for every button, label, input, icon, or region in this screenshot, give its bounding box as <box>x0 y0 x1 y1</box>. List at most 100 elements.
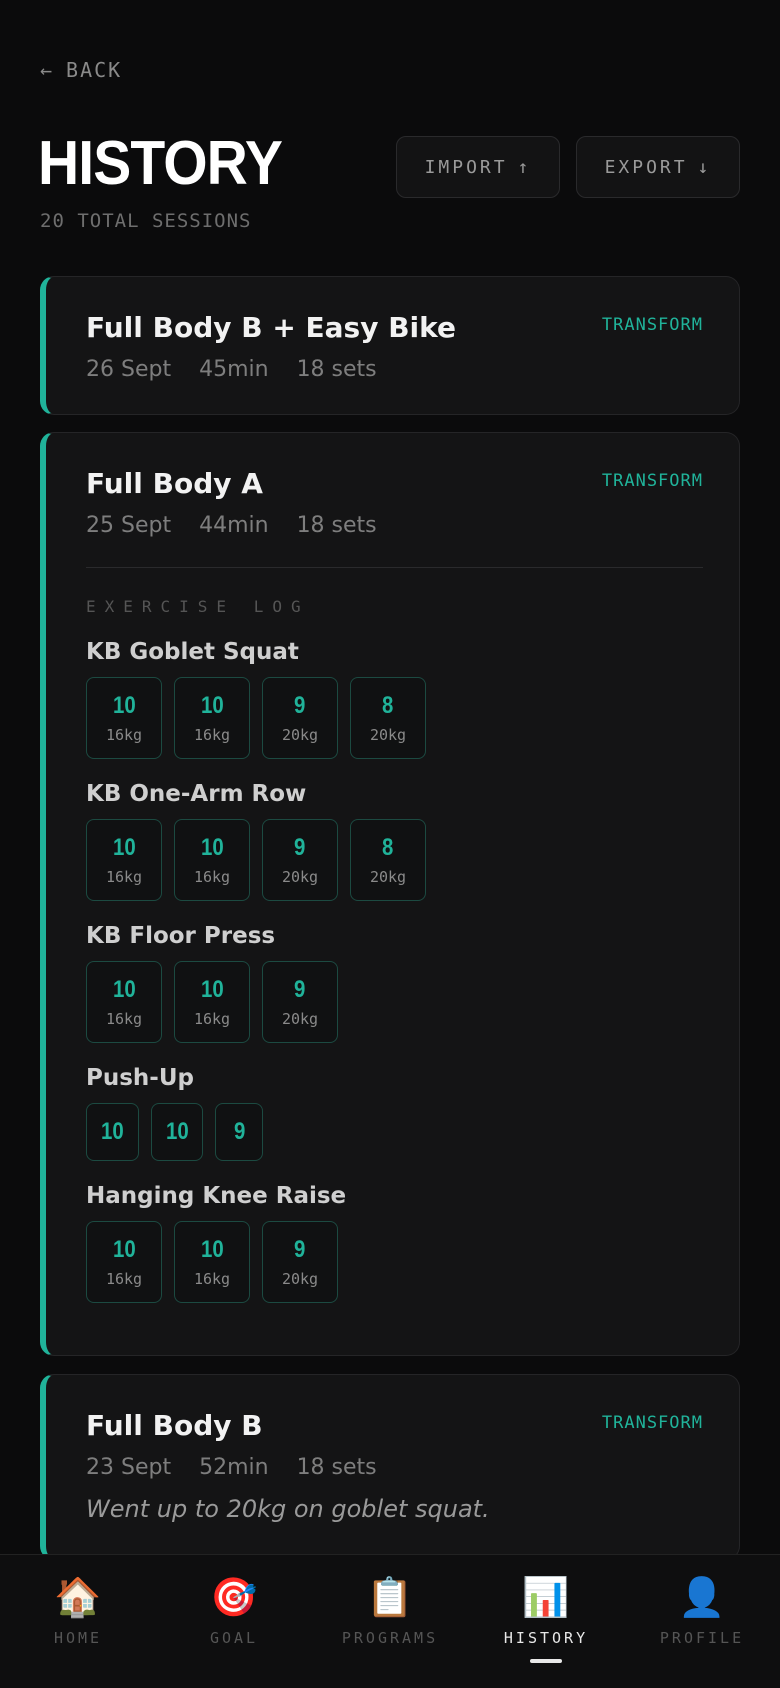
set-list: 10 16kg 10 16kg 9 20kg <box>86 1221 346 1303</box>
set-reps: 10 <box>112 692 136 719</box>
exercise-entry: KB Floor Press 10 16kg 10 16kg 9 20kg <box>86 923 338 1043</box>
session-duration: 45min <box>199 357 269 382</box>
nav-label: PROGRAMS <box>341 1629 439 1647</box>
set-chip: 10 16kg <box>174 1221 250 1303</box>
session-meta: 23 Sept 52min 18 sets <box>86 1455 377 1480</box>
total-sessions: 20 TOTAL SESSIONS <box>40 210 252 232</box>
set-reps: 10 <box>112 976 136 1003</box>
set-reps: 10 <box>112 834 136 861</box>
set-reps: 10 <box>200 1236 224 1263</box>
exercise-name: Hanging Knee Raise <box>86 1183 347 1209</box>
set-weight: 20kg <box>281 1010 319 1028</box>
session-card-expanded[interactable]: Full Body A TRANSFORM 25 Sept 44min 18 s… <box>40 432 740 1356</box>
set-weight: 16kg <box>105 868 143 886</box>
set-reps: 9 <box>294 692 306 719</box>
session-card[interactable]: Full Body B TRANSFORM 23 Sept 52min 18 s… <box>40 1374 740 1560</box>
export-button[interactable]: EXPORT ↓ <box>576 136 740 198</box>
set-chip: 9 20kg <box>262 1221 338 1303</box>
set-reps: 9 <box>294 1236 306 1263</box>
session-sets: 18 sets <box>296 513 377 538</box>
nav-label: PROFILE <box>659 1629 745 1647</box>
set-reps: 9 <box>294 834 306 861</box>
session-duration: 52min <box>199 1455 269 1480</box>
exercise-log-label: EXERCISE LOG <box>86 597 310 616</box>
set-chip: 10 16kg <box>86 819 162 901</box>
set-reps: 8 <box>382 692 394 719</box>
set-weight: 16kg <box>193 1010 231 1028</box>
set-list: 10 16kg 10 16kg 9 20kg 8 20kg <box>86 677 426 759</box>
exercise-name: Push-Up <box>86 1065 194 1091</box>
set-reps: 9 <box>294 976 306 1003</box>
exercise-name: KB One-Arm Row <box>86 781 307 807</box>
exercise-name: KB Goblet Squat <box>86 639 299 665</box>
set-chip: 8 20kg <box>350 677 426 759</box>
back-label: BACK <box>66 58 123 82</box>
nav-profile[interactable]: 👤 PROFILE <box>624 1575 780 1647</box>
session-meta: 26 Sept 45min 18 sets <box>86 357 377 382</box>
import-button[interactable]: IMPORT ↑ <box>396 136 560 198</box>
nav-goal[interactable]: 🎯 GOAL <box>156 1575 312 1647</box>
exercise-name: KB Floor Press <box>86 923 276 949</box>
nav-history[interactable]: 📊 HISTORY <box>468 1575 624 1663</box>
set-chip: 9 20kg <box>262 819 338 901</box>
set-chip: 9 <box>215 1103 264 1161</box>
clipboard-icon: 📋 <box>366 1575 414 1619</box>
set-chip: 10 16kg <box>174 677 250 759</box>
session-date: 23 Sept <box>86 1455 172 1480</box>
set-reps: 10 <box>200 692 224 719</box>
set-reps: 8 <box>382 834 394 861</box>
set-weight: 20kg <box>369 868 407 886</box>
set-reps: 10 <box>165 1118 189 1145</box>
session-duration: 44min <box>199 513 269 538</box>
session-title: Full Body B + Easy Bike <box>86 311 457 344</box>
nav-label: HISTORY <box>503 1629 589 1647</box>
home-icon: 🏠 <box>54 1575 102 1619</box>
session-date: 25 Sept <box>86 513 172 538</box>
session-sets: 18 sets <box>296 1455 377 1480</box>
divider <box>86 567 703 568</box>
program-tag: TRANSFORM <box>601 1413 703 1433</box>
session-date: 26 Sept <box>86 357 172 382</box>
profile-icon: 👤 <box>678 1575 726 1619</box>
set-chip: 10 <box>86 1103 139 1161</box>
set-chip: 10 <box>150 1103 204 1161</box>
session-title: Full Body B <box>86 1409 263 1442</box>
set-chip: 8 20kg <box>350 819 426 901</box>
nav-label: HOME <box>53 1629 103 1647</box>
set-list: 10 16kg 10 16kg 9 20kg <box>86 961 338 1043</box>
arrow-down-icon: ↓ <box>697 156 712 178</box>
nav-label: GOAL <box>209 1629 259 1647</box>
session-meta: 25 Sept 44min 18 sets <box>86 513 377 538</box>
set-weight: 20kg <box>281 726 319 744</box>
goal-icon: 🎯 <box>210 1575 258 1619</box>
back-button[interactable]: ← BACK <box>40 58 122 82</box>
session-note: Went up to 20kg on goblet squat. <box>86 1495 490 1523</box>
session-card[interactable]: Full Body B + Easy Bike TRANSFORM 26 Sep… <box>40 276 740 415</box>
exercise-entry: Hanging Knee Raise 10 16kg 10 16kg 9 20kg <box>86 1183 346 1303</box>
program-tag: TRANSFORM <box>601 315 703 335</box>
set-reps: 10 <box>112 1236 136 1263</box>
exercise-entry: Push-Up 10 10 9 <box>86 1065 264 1161</box>
set-list: 10 10 9 <box>86 1103 264 1161</box>
set-weight: 16kg <box>193 1270 231 1288</box>
set-chip: 10 16kg <box>174 961 250 1043</box>
import-label: IMPORT <box>424 156 508 178</box>
set-weight: 20kg <box>369 726 407 744</box>
active-indicator <box>530 1659 562 1663</box>
nav-home[interactable]: 🏠 HOME <box>0 1575 156 1647</box>
set-weight: 20kg <box>281 1270 319 1288</box>
set-reps: 10 <box>200 976 224 1003</box>
program-tag: TRANSFORM <box>601 471 703 491</box>
set-list: 10 16kg 10 16kg 9 20kg 8 20kg <box>86 819 426 901</box>
set-chip: 9 20kg <box>262 677 338 759</box>
set-weight: 16kg <box>193 726 231 744</box>
exercise-entry: KB One-Arm Row 10 16kg 10 16kg 9 20kg 8 20kg <box>86 781 426 901</box>
set-weight: 16kg <box>105 1010 143 1028</box>
arrow-up-icon: ↑ <box>517 156 532 178</box>
set-chip: 10 16kg <box>86 677 162 759</box>
nav-programs[interactable]: 📋 PROGRAMS <box>312 1575 468 1647</box>
back-arrow-icon: ← <box>40 58 55 82</box>
export-label: EXPORT <box>604 156 688 178</box>
set-chip: 9 20kg <box>262 961 338 1043</box>
set-weight: 16kg <box>193 868 231 886</box>
